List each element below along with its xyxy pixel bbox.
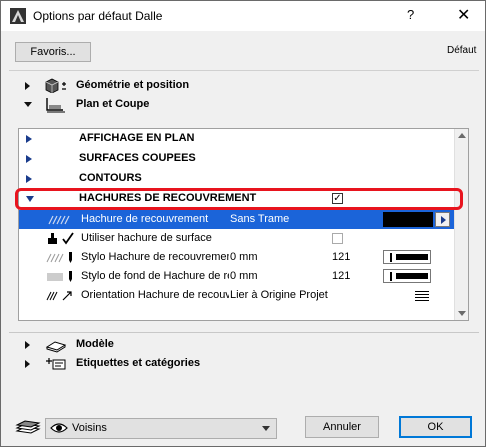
group-label: AFFICHAGE EN PLAN <box>79 132 195 144</box>
expand-arrow-icon[interactable] <box>26 175 32 183</box>
fill-picker-button[interactable] <box>435 212 450 227</box>
brush-icon <box>48 232 74 245</box>
app-icon <box>10 8 26 24</box>
pen-icon <box>47 271 72 282</box>
expand-arrow-icon[interactable] <box>26 135 32 143</box>
expand-arrow-icon[interactable] <box>25 360 30 368</box>
row-label: Orientation Hachure de recouvrement <box>81 289 229 301</box>
pen-swatch[interactable] <box>383 250 431 264</box>
group-contours[interactable]: CONTOURS <box>19 169 455 189</box>
highlight-annotation <box>15 188 463 210</box>
fill-swatch[interactable] <box>383 212 433 227</box>
dropdown-value: Voisins <box>72 422 107 434</box>
orientation-icon <box>46 291 72 301</box>
divider <box>9 70 479 71</box>
row-orientation-hachure[interactable]: Orientation Hachure de recouvrement Lier… <box>19 286 455 305</box>
layers-icon[interactable] <box>15 419 41 437</box>
help-icon[interactable]: ? <box>407 7 414 22</box>
row-value: 0 mm <box>230 270 258 282</box>
row-label: Stylo Hachure de recouvrement <box>81 251 229 263</box>
row-stylo-fond-hachure[interactable]: Stylo de fond de Hachure de recouvrement… <box>19 267 455 286</box>
row-value: 0 mm <box>230 251 258 263</box>
panel-scrollbar[interactable] <box>454 129 468 320</box>
section-geometrie[interactable]: Géométrie et position <box>19 77 459 95</box>
window-title: Options par défaut Dalle <box>33 9 163 23</box>
expand-arrow-icon[interactable] <box>25 341 30 349</box>
section-plan-coupe[interactable]: Plan et Coupe <box>19 96 459 114</box>
hatch-orientation-icon[interactable] <box>415 289 429 301</box>
section-label: Plan et Coupe <box>76 98 150 110</box>
row-hachure-de-recouvrement[interactable]: Hachure de recouvrement Sans Trame <box>19 210 455 229</box>
section-label: Modèle <box>76 338 114 350</box>
favoris-button[interactable]: Favoris... <box>15 42 91 62</box>
group-surfaces-coupees[interactable]: SURFACES COUPEES <box>19 149 455 169</box>
default-label: Défaut <box>447 45 477 56</box>
collapse-arrow-icon[interactable] <box>24 102 32 107</box>
settings-panel: AFFICHAGE EN PLAN SURFACES COUPEES CONTO… <box>18 128 469 321</box>
pen-swatch[interactable] <box>383 269 431 283</box>
ok-button[interactable]: OK <box>399 416 472 438</box>
model-icon <box>45 341 67 353</box>
eye-icon <box>50 423 68 433</box>
section-etiquettes[interactable]: Etiquettes et catégories <box>19 355 459 373</box>
section-label: Etiquettes et catégories <box>76 357 201 369</box>
scroll-up-icon[interactable] <box>458 133 466 138</box>
plan-icon <box>46 98 65 113</box>
chevron-down-icon <box>262 426 270 431</box>
row-stylo-hachure[interactable]: Stylo Hachure de recouvrement 0 mm 121 <box>19 248 455 267</box>
pen-icon <box>46 252 72 263</box>
cancel-button[interactable]: Annuler <box>305 416 379 438</box>
section-modele[interactable]: Modèle <box>19 336 459 354</box>
group-affichage-en-plan[interactable]: AFFICHAGE EN PLAN <box>19 129 455 149</box>
group-label: CONTOURS <box>79 172 142 184</box>
pen-number: 121 <box>332 251 351 263</box>
scroll-down-icon[interactable] <box>458 311 466 316</box>
row-value: Lier à Origine Projet <box>230 289 328 301</box>
group-label: SURFACES COUPEES <box>79 152 196 164</box>
expand-arrow-icon[interactable] <box>26 155 32 163</box>
title-bar: Options par défaut Dalle ? ✕ <box>1 1 485 31</box>
row-value: Sans Trame <box>230 213 290 225</box>
row-label: Stylo de fond de Hachure de recouvrement <box>81 270 229 282</box>
row-utiliser-hachure-surface[interactable]: Utiliser hachure de surface <box>19 229 455 248</box>
label-icon <box>46 358 66 370</box>
close-icon[interactable]: ✕ <box>457 5 470 25</box>
row-label: Hachure de recouvrement <box>81 213 209 225</box>
row-checkbox[interactable] <box>332 233 343 244</box>
row-label: Utiliser hachure de surface <box>81 232 212 244</box>
pen-number: 121 <box>332 270 351 282</box>
dialog-window: Options par défaut Dalle ? ✕ Favoris... … <box>0 0 486 447</box>
divider <box>9 332 479 333</box>
voisins-dropdown[interactable]: Voisins <box>45 418 277 439</box>
hatch-icon <box>48 215 70 225</box>
section-label: Géométrie et position <box>76 79 190 91</box>
cube-icon <box>45 78 66 93</box>
expand-arrow-icon[interactable] <box>25 82 30 90</box>
